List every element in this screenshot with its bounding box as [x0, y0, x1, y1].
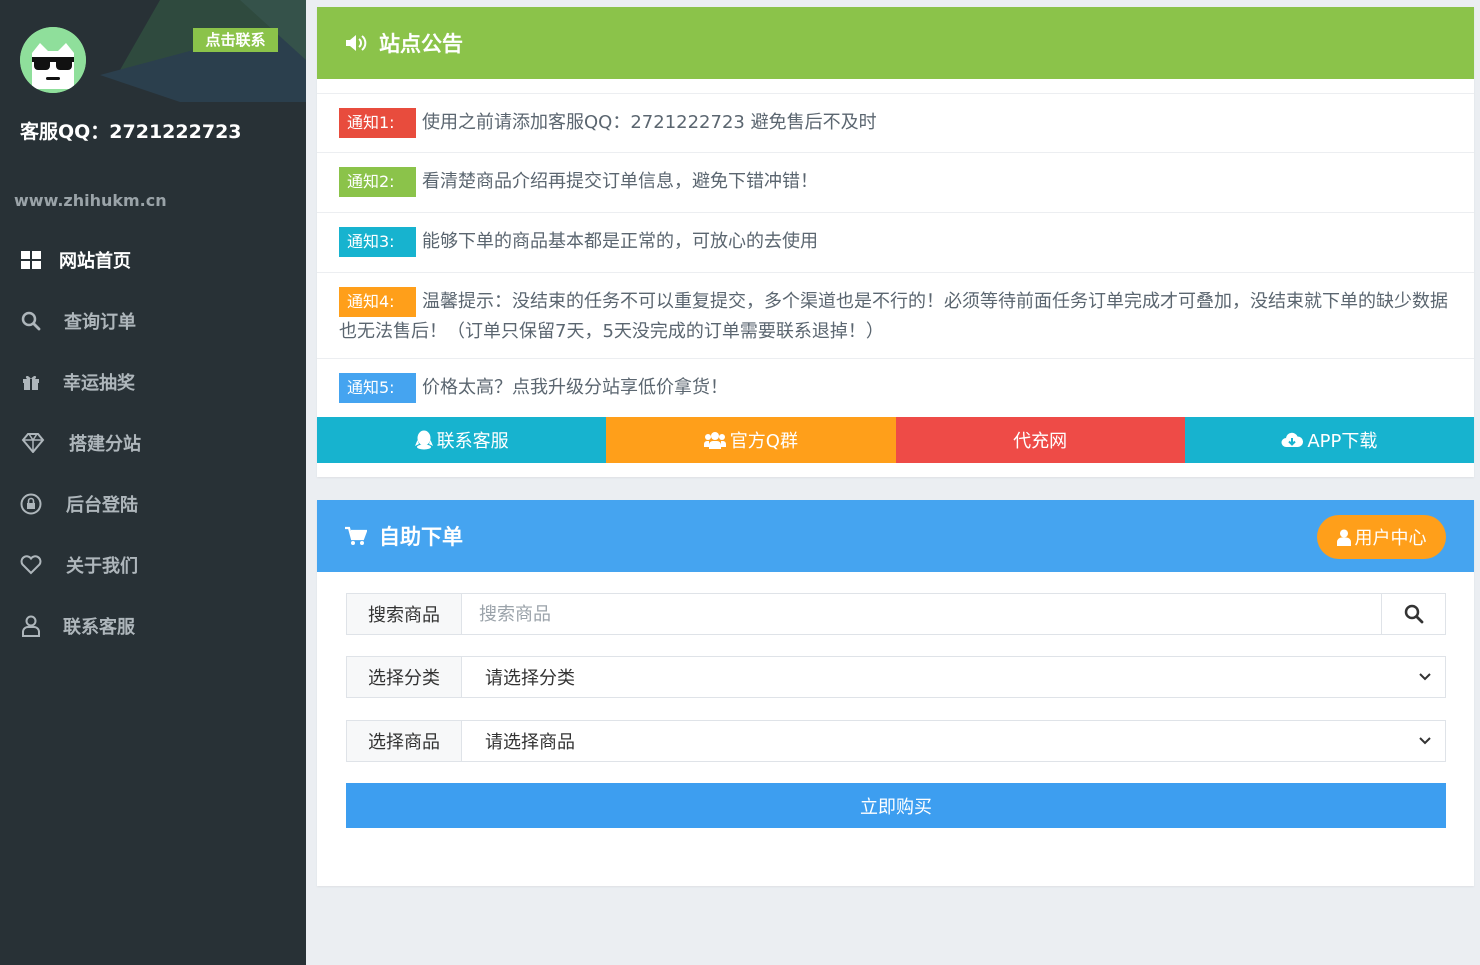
category-label: 选择分类: [347, 657, 462, 697]
volume-icon: [345, 32, 369, 54]
sidebar-item-substation[interactable]: 搭建分站: [0, 412, 306, 473]
cat-sunglasses-icon: [20, 27, 86, 93]
quick-links-bar: 联系客服 官方Q群 代充网 APP下载: [317, 417, 1474, 463]
notice-text: 看清楚商品介绍再提交订单信息，避免下错冲错！: [422, 171, 818, 192]
sidebar-item-admin-login[interactable]: 后台登陆: [0, 473, 306, 534]
notice-tag: 通知2:: [339, 167, 416, 197]
search-icon: [1404, 604, 1423, 624]
sidebar-item-label: 网站首页: [59, 250, 131, 272]
chevron-down-icon: [1419, 737, 1431, 745]
cart-icon: [345, 525, 369, 547]
sidebar-item-about[interactable]: 关于我们: [0, 534, 306, 595]
sidebar-item-label: 后台登陆: [66, 494, 138, 516]
sidebar-item-lottery[interactable]: 幸运抽奖: [0, 351, 306, 412]
official-qgroup-button[interactable]: 官方Q群: [606, 417, 896, 463]
order-card: 自助下单 用户中心 搜索商品 选择分类 请选择分类 选择商品 请选择商品 立即购…: [317, 500, 1474, 886]
button-label: APP下载: [1307, 431, 1378, 452]
product-row: 选择商品 请选择商品: [346, 720, 1446, 762]
order-header: 自助下单 用户中心: [317, 500, 1474, 572]
service-qq: 客服QQ：2721222723: [20, 121, 242, 143]
notice-text: 使用之前请添加客服QQ：2721222723 避免售后不及时: [422, 112, 877, 133]
user-icon: [1336, 529, 1351, 546]
notice-text[interactable]: 价格太高？点我升级分站享低价拿货！: [422, 377, 728, 398]
list-item: 通知2: 看清楚商品介绍再提交订单信息，避免下错冲错！: [317, 153, 1474, 213]
button-label: 官方Q群: [729, 431, 798, 452]
sidebar-item-label: 联系客服: [63, 616, 135, 638]
user-center-button[interactable]: 用户中心: [1317, 515, 1446, 559]
category-select[interactable]: 请选择分类: [462, 657, 1445, 697]
category-selected-value: 请选择分类: [485, 668, 575, 689]
button-label: 代充网: [1013, 431, 1068, 452]
qq-icon: [414, 430, 433, 450]
lock-icon: [20, 493, 42, 515]
search-button[interactable]: [1381, 594, 1445, 634]
list-item[interactable]: 通知5: 价格太高？点我升级分站享低价拿货！: [317, 359, 1474, 417]
contact-service-button[interactable]: 联系客服: [317, 417, 607, 463]
sidebar-item-orders[interactable]: 查询订单: [0, 290, 306, 351]
search-label: 搜索商品: [347, 594, 462, 634]
notice-header: 站点公告: [317, 7, 1474, 79]
order-title: 自助下单: [379, 525, 463, 549]
cloud-download-icon: [1281, 432, 1304, 447]
sidebar-item-label: 幸运抽奖: [63, 372, 135, 394]
recharge-site-button[interactable]: 代充网: [895, 417, 1185, 463]
button-label: 用户中心: [1354, 528, 1427, 549]
notice-tag: 通知1:: [339, 108, 416, 138]
users-icon: [703, 432, 726, 449]
sidebar-item-label: 搭建分站: [69, 433, 141, 455]
list-item: 通知1: 使用之前请添加客服QQ：2721222723 避免售后不及时: [317, 94, 1474, 153]
diamond-icon: [20, 432, 46, 454]
sidebar-item-contact[interactable]: 联系客服: [0, 595, 306, 656]
sidebar-menu: 网站首页 查询订单 幸运抽奖 搭建分站 后台登陆 关于我们 联系客服: [0, 229, 306, 656]
notice-list: 通知1: 使用之前请添加客服QQ：2721222723 避免售后不及时 通知2: 看…: [317, 93, 1474, 417]
contact-badge[interactable]: 点击联系: [193, 28, 278, 52]
gift-icon: [20, 371, 42, 393]
buy-now-button[interactable]: 立即购买: [346, 783, 1446, 828]
notice-tag: 通知4:: [339, 287, 416, 317]
grid-icon: [20, 249, 42, 271]
notice-title: 站点公告: [379, 32, 463, 56]
sidebar-item-home[interactable]: 网站首页: [0, 229, 306, 290]
search-row: 搜索商品: [346, 593, 1446, 635]
button-label: 联系客服: [436, 431, 509, 452]
sidebar-item-label: 查询订单: [64, 311, 136, 333]
app-download-button[interactable]: APP下载: [1184, 417, 1474, 463]
product-selected-value: 请选择商品: [485, 732, 575, 753]
notice-text: 能够下单的商品基本都是正常的，可放心的去使用: [422, 231, 818, 252]
user-icon: [20, 615, 42, 637]
search-icon: [20, 310, 42, 332]
product-label: 选择商品: [347, 721, 462, 761]
notice-tag: 通知5:: [339, 373, 416, 403]
notice-text: 温馨提示：没结束的任务不可以重复提交，多个渠道也是不行的！必须等待前面任务订单完…: [339, 291, 1448, 342]
product-select[interactable]: 请选择商品: [462, 721, 1445, 761]
avatar[interactable]: [20, 27, 86, 93]
sidebar-item-label: 关于我们: [66, 555, 138, 577]
site-url: www.zhihukm.cn: [14, 191, 167, 210]
list-item: 通知4: 温馨提示：没结束的任务不可以重复提交，多个渠道也是不行的！必须等待前面任…: [317, 273, 1474, 359]
sidebar: 点击联系 客服QQ：2721222723 www.zhihukm.cn 网站首页…: [0, 0, 306, 965]
heart-icon: [20, 554, 42, 576]
notice-card: 站点公告 通知1: 使用之前请添加客服QQ：2721222723 避免售后不及时 …: [317, 7, 1474, 477]
search-input[interactable]: [462, 594, 1381, 634]
category-row: 选择分类 请选择分类: [346, 656, 1446, 698]
list-item: 通知3: 能够下单的商品基本都是正常的，可放心的去使用: [317, 213, 1474, 273]
notice-tag: 通知3:: [339, 227, 416, 257]
chevron-down-icon: [1419, 673, 1431, 681]
